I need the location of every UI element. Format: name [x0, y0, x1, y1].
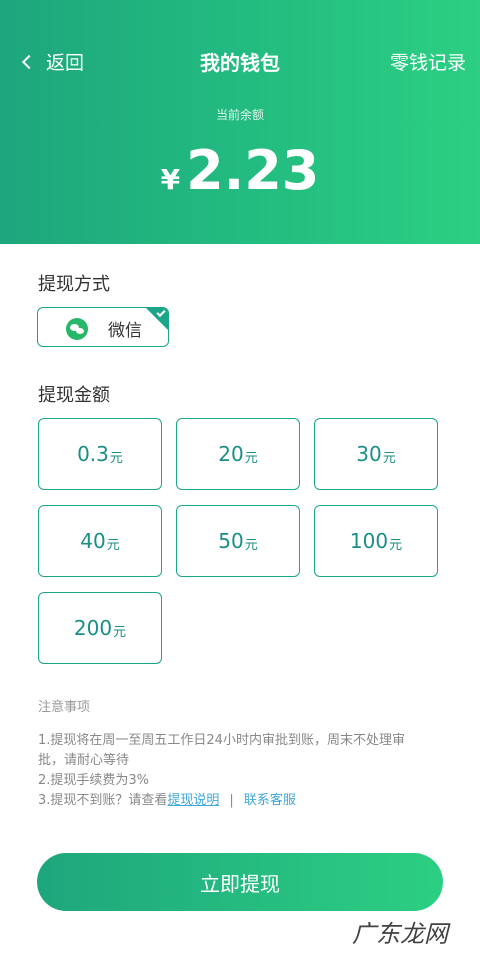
amount-option-50[interactable]: 50 元: [176, 505, 300, 577]
note-line-1-cont: 批，请耐心等待: [38, 753, 130, 768]
amount-option-200[interactable]: 200 元: [38, 592, 162, 664]
watermark: 广东龙网: [352, 920, 448, 948]
amount-unit: 元: [244, 538, 258, 553]
amount-option-20[interactable]: 20 元: [176, 418, 300, 490]
change-records-link[interactable]: 零钱记录: [390, 48, 466, 75]
wechat-icon: [66, 318, 88, 340]
balance-amount: 2.23: [186, 139, 320, 202]
notes-title: 注意事项: [38, 700, 91, 715]
amount-unit: 元: [106, 538, 120, 553]
balance-label: 当前余额: [215, 108, 264, 122]
amount-value: 200: [73, 616, 113, 640]
note-line-3-prefix: 3.提现不到账？请查看: [38, 793, 168, 808]
amount-option-100[interactable]: 100 元: [314, 505, 438, 577]
wechat-option[interactable]: 微信: [37, 307, 169, 347]
amount-value: 0.3: [77, 442, 109, 466]
link-separator: |: [229, 793, 234, 808]
amount-unit: 元: [382, 451, 396, 466]
withdraw-now-button[interactable]: 立即提现: [37, 853, 443, 911]
note-line-3: 3.提现不到账？请查看提现说明 | 联系客服: [38, 791, 296, 811]
wallet-header: 返回 我的钱包 零钱记录 当前余额 ¥ 2.23: [0, 0, 480, 244]
amount-unit: 元: [109, 451, 123, 466]
amount-value: 50: [218, 529, 244, 553]
balance-display: ¥ 2.23: [0, 144, 480, 198]
nav-bar: 返回 我的钱包 零钱记录: [0, 44, 480, 80]
amount-value: 20: [218, 442, 244, 466]
amount-option-40[interactable]: 40 元: [38, 505, 162, 577]
amount-option-30[interactable]: 30 元: [314, 418, 438, 490]
wechat-label: 微信: [108, 321, 142, 341]
amount-option-0-3[interactable]: 0.3 元: [38, 418, 162, 490]
withdraw-explain-link[interactable]: 提现说明: [167, 793, 219, 808]
note-line-1: 1.提现将在周一至周五工作日24小时内审批到账，周末不处理审: [38, 733, 405, 748]
amount-value: 30: [356, 442, 382, 466]
amount-unit: 元: [244, 451, 258, 466]
amount-unit: 元: [113, 625, 127, 640]
currency-symbol: ¥: [160, 163, 181, 196]
note-line-2: 2.提现手续费为3%: [38, 773, 150, 788]
chevron-left-icon: [21, 54, 37, 69]
amount-value: 100: [349, 529, 389, 553]
withdraw-method-title: 提现方式: [38, 274, 110, 295]
contact-service-link[interactable]: 联系客服: [244, 793, 296, 808]
amount-value: 40: [80, 529, 106, 553]
withdraw-amount-title: 提现金额: [38, 385, 110, 406]
back-label: 返回: [46, 52, 85, 74]
amount-unit: 元: [389, 538, 403, 553]
back-button[interactable]: 返回: [20, 48, 84, 75]
